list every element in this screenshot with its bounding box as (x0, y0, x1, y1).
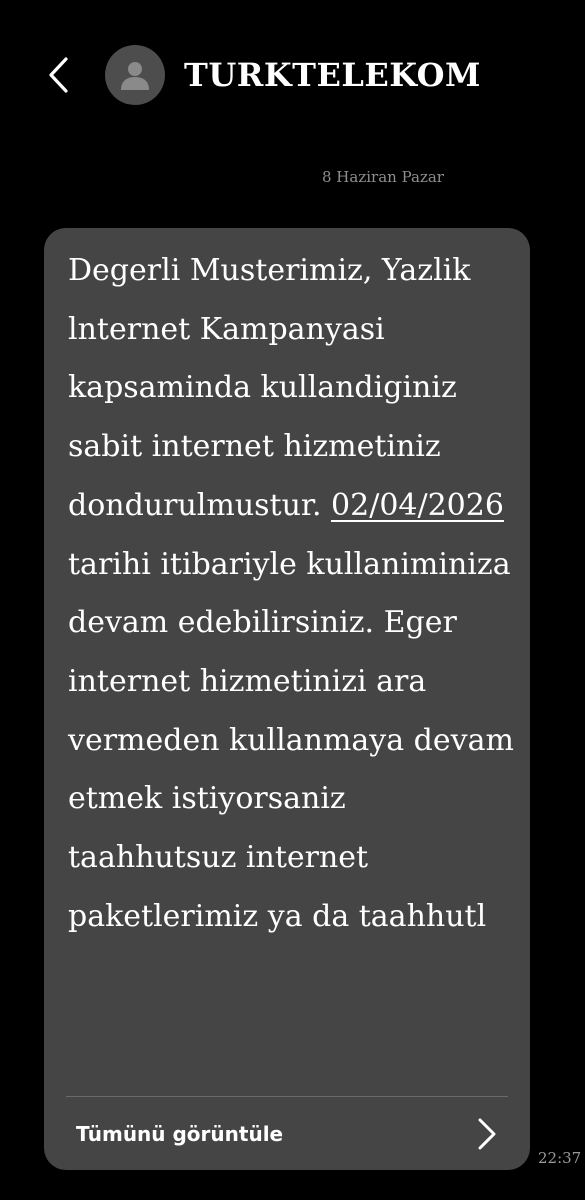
chevron-left-icon (49, 57, 68, 93)
avatar[interactable] (105, 45, 165, 105)
conversation-date: 8 Haziran Pazar (322, 168, 444, 186)
message-divider (66, 1096, 508, 1097)
chevron-right-icon (478, 1118, 496, 1150)
message-text-part-1: Degerli Musterimiz, Yazlik lnternet Kamp… (68, 253, 471, 523)
conversation-header: TURKTELEKOM (0, 0, 585, 150)
person-icon (121, 62, 149, 90)
contact-name[interactable]: TURKTELEKOM (184, 52, 481, 98)
message-text-part-2: tarihi itibariyle kullaniminiza devam ed… (68, 546, 514, 934)
message-time: 22:37 (538, 1149, 582, 1167)
back-button[interactable] (36, 50, 80, 100)
view-all-button[interactable]: Tümünü görüntüle (44, 1098, 530, 1170)
message-text: Degerli Musterimiz, Yazlik lnternet Kamp… (68, 242, 514, 946)
message-bubble[interactable]: Degerli Musterimiz, Yazlik lnternet Kamp… (44, 228, 530, 1170)
view-all-label: Tümünü görüntüle (76, 1122, 284, 1146)
message-date-link[interactable]: 02/04/2026 (331, 488, 504, 523)
